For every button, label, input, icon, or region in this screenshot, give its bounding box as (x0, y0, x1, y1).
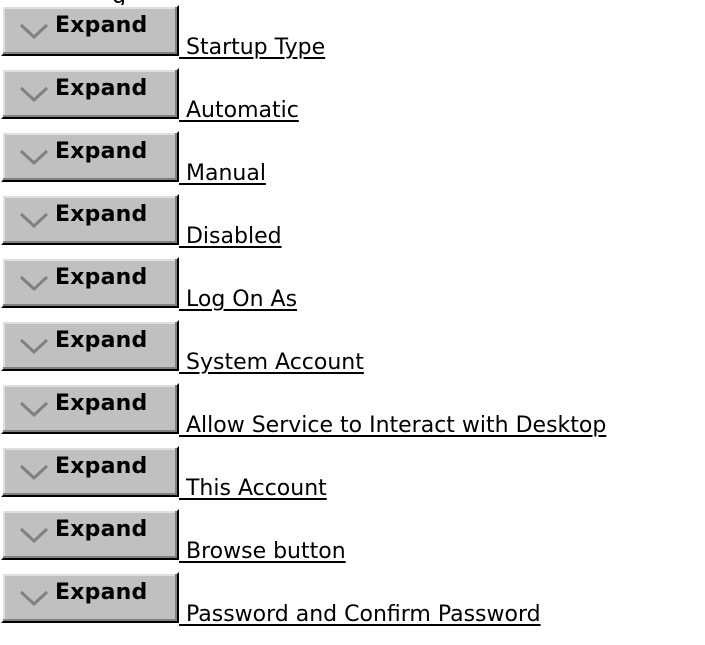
expand-button[interactable]: Expand (1, 383, 179, 434)
expand-button[interactable]: Expand (1, 68, 179, 119)
expand-button-label: Expand (55, 76, 148, 101)
topic-link-allow-service-interact-desktop[interactable]: Allow Service to Interact with Desktop (179, 412, 606, 440)
chevron-down-icon (19, 338, 49, 354)
chevron-down-icon (19, 275, 49, 291)
chevron-down-icon (19, 464, 49, 480)
expand-button[interactable]: Expand (1, 131, 179, 182)
topic-link-log-on-as[interactable]: Log On As (179, 286, 297, 314)
topic-link-manual[interactable]: Manual (179, 160, 266, 188)
expand-button[interactable]: Expand (1, 446, 179, 497)
topic-row: Expand Disabled (0, 194, 705, 257)
chevron-down-icon (19, 401, 49, 417)
expand-button[interactable]: Expand (1, 257, 179, 308)
chevron-down-icon (19, 86, 49, 102)
chevron-down-icon (19, 590, 49, 606)
topic-row: Expand Log On As (0, 257, 705, 320)
topic-link-browse-button[interactable]: Browse button (179, 538, 346, 566)
expand-button-label: Expand (55, 580, 148, 605)
topic-link-startup-type[interactable]: Startup Type (179, 34, 325, 62)
expand-button[interactable]: Expand (1, 5, 179, 56)
expand-button-label: Expand (55, 13, 148, 38)
expandable-topic-list: Expand Startup Type Expand Automatic Exp… (0, 5, 705, 635)
expand-button-label: Expand (55, 454, 148, 479)
expand-button-label: Expand (55, 202, 148, 227)
expand-button-label: Expand (55, 139, 148, 164)
topic-row: Expand Browse button (0, 509, 705, 572)
topic-row: Expand Password and Confirm Password (0, 572, 705, 635)
topic-link-automatic[interactable]: Automatic (179, 97, 299, 125)
chevron-down-icon (19, 149, 49, 165)
topic-row: Expand Automatic (0, 68, 705, 131)
expand-button[interactable]: Expand (1, 320, 179, 371)
chevron-down-icon (19, 212, 49, 228)
topic-link-system-account[interactable]: System Account (179, 349, 364, 377)
topic-link-this-account[interactable]: This Account (179, 475, 327, 503)
expand-button-label: Expand (55, 328, 148, 353)
topic-row: Expand System Account (0, 320, 705, 383)
chevron-down-icon (19, 527, 49, 543)
chevron-down-icon (19, 23, 49, 39)
topic-row: Expand Startup Type (0, 5, 705, 68)
expand-button-label: Expand (55, 391, 148, 416)
topic-row: Expand This Account (0, 446, 705, 509)
expand-button-label: Expand (55, 265, 148, 290)
expand-button[interactable]: Expand (1, 509, 179, 560)
expand-button[interactable]: Expand (1, 572, 179, 623)
topic-row: Expand Manual (0, 131, 705, 194)
topic-row: Expand Allow Service to Interact with De… (0, 383, 705, 446)
topic-link-password-confirm[interactable]: Password and Confirm Password (179, 601, 541, 629)
expand-button[interactable]: Expand (1, 194, 179, 245)
expand-button-label: Expand (55, 517, 148, 542)
topic-link-disabled[interactable]: Disabled (179, 223, 282, 251)
